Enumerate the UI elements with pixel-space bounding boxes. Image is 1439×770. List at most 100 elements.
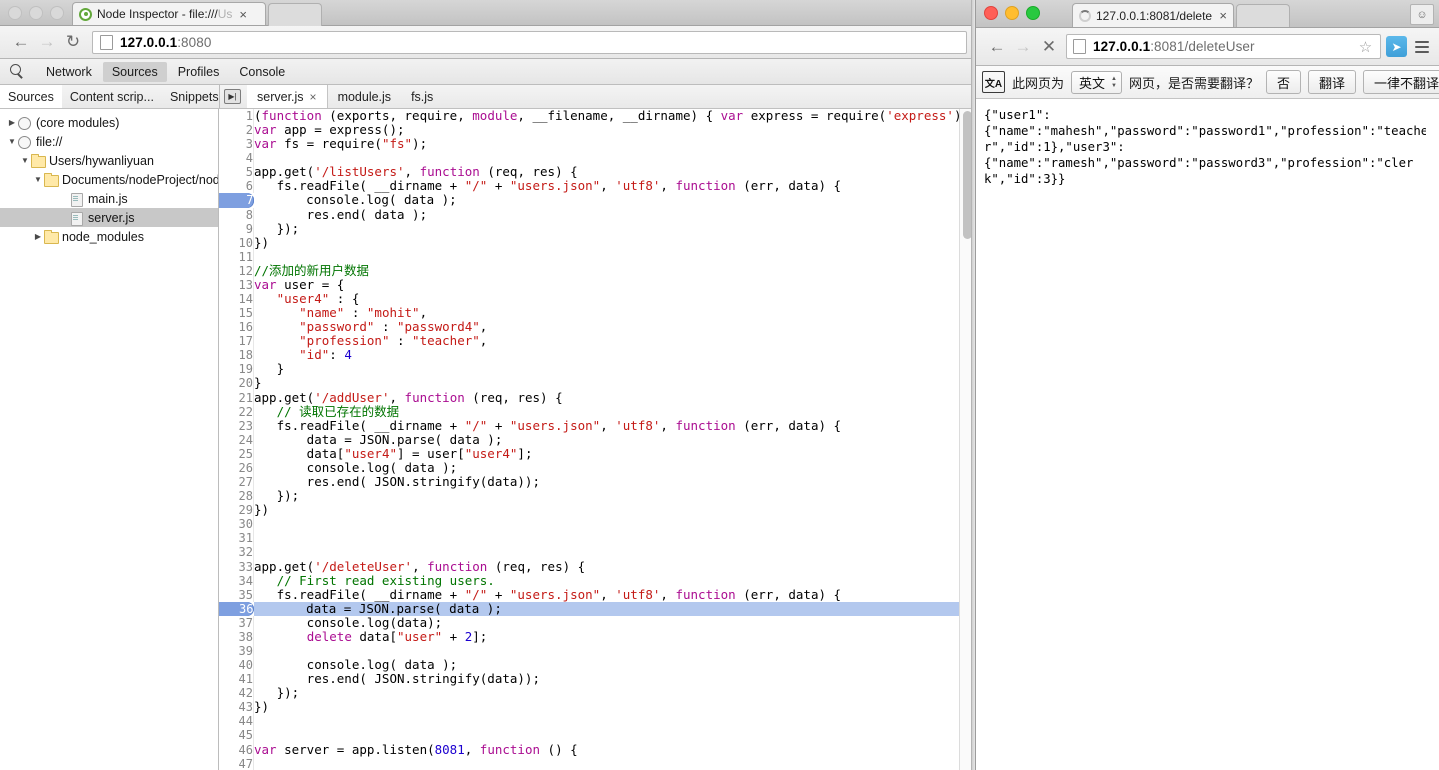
code-line[interactable]: 14 "user4" : {: [219, 291, 960, 307]
tab-profiles[interactable]: Profiles: [169, 62, 229, 82]
code-line[interactable]: 8 res.end( data );: [219, 207, 960, 222]
line-number[interactable]: 26: [219, 460, 254, 476]
tree-item-server-js[interactable]: server.js: [0, 208, 218, 227]
code-line[interactable]: 41 res.end( JSON.stringify(data));: [219, 672, 960, 687]
code-line[interactable]: 42 });: [219, 686, 960, 701]
code-line[interactable]: 31: [219, 531, 960, 546]
page-scrollbar[interactable]: [1426, 99, 1439, 770]
subtab-sources[interactable]: Sources: [0, 85, 62, 108]
line-number[interactable]: 41: [219, 672, 254, 687]
minimize-window-button[interactable]: [1005, 6, 1019, 20]
translate-language-select[interactable]: 英文 ▲ ▼: [1071, 70, 1122, 94]
code-line[interactable]: 28 });: [219, 489, 960, 504]
line-number[interactable]: 14: [219, 292, 254, 307]
line-number[interactable]: 11: [219, 249, 254, 264]
code-line[interactable]: 10}): [219, 235, 960, 250]
code-line[interactable]: 15 "name" : "mohit",: [219, 306, 960, 321]
line-number[interactable]: 43: [219, 700, 254, 715]
tree-item-node-modules[interactable]: ▶ node_modules: [0, 227, 218, 246]
line-number[interactable]: 15: [219, 306, 254, 321]
code-line[interactable]: 43}): [219, 700, 960, 715]
close-window-button[interactable]: [984, 6, 998, 20]
code-line[interactable]: 5 app.get('/listUsers', function (req, re…: [219, 165, 960, 180]
line-number[interactable]: 16: [219, 320, 254, 335]
code-line[interactable]: 25 data["user4"] = user["user4"];: [219, 446, 960, 461]
line-number[interactable]: 21: [219, 390, 254, 405]
browser-tab-delete-user[interactable]: 127.0.0.1:8081/deleteUs ×: [1072, 3, 1234, 27]
browser-menu-icon[interactable]: [1412, 36, 1432, 57]
code-line[interactable]: 30: [219, 517, 960, 532]
browser-tab-empty[interactable]: [1236, 4, 1290, 27]
stop-loading-icon[interactable]: ✕: [1036, 34, 1062, 60]
line-number[interactable]: 42: [219, 686, 254, 701]
code-line[interactable]: 38 delete data["user" + 2];: [219, 629, 960, 644]
address-bar[interactable]: 127.0.0.1:8080: [92, 30, 967, 54]
code-line[interactable]: 23 fs.readFile( __dirname + "/" + "users…: [219, 418, 960, 433]
code-line[interactable]: 33 app.get('/deleteUser', function (req, …: [219, 559, 960, 574]
file-tab-close-icon[interactable]: ×: [310, 90, 317, 104]
code-line[interactable]: 27 res.end( JSON.stringify(data));: [219, 474, 960, 490]
line-number[interactable]: 7: [219, 193, 254, 208]
line-number[interactable]: 28: [219, 489, 254, 504]
line-number[interactable]: 22: [219, 404, 254, 419]
code-line[interactable]: 13 var user = {: [219, 277, 960, 293]
line-number[interactable]: 47: [219, 756, 254, 770]
tree-item-file[interactable]: ▼ file://: [0, 132, 218, 151]
extension-icon[interactable]: ➤: [1386, 36, 1407, 57]
code-line[interactable]: 46 var server = app.listen(8081, function…: [219, 742, 960, 757]
file-tab-module-js[interactable]: module.js: [328, 85, 402, 108]
line-number[interactable]: 44: [219, 714, 254, 729]
minimize-window-button[interactable]: [29, 6, 43, 20]
chevron-right-icon[interactable]: ▶: [32, 232, 44, 241]
subtab-content-scripts[interactable]: Content scrip...: [62, 85, 162, 108]
line-number[interactable]: 36: [219, 601, 254, 616]
line-number[interactable]: 39: [219, 643, 254, 659]
line-number[interactable]: 33: [219, 559, 254, 574]
code-line[interactable]: 7 console.log( data );: [219, 193, 960, 208]
code-line[interactable]: 9 });: [219, 221, 960, 236]
forward-icon[interactable]: →: [1010, 34, 1036, 60]
tab-close-icon[interactable]: ×: [239, 8, 247, 21]
address-bar[interactable]: 127.0.0.1:8081/deleteUser ☆: [1066, 34, 1381, 59]
line-number[interactable]: 19: [219, 362, 254, 377]
close-window-button[interactable]: [8, 6, 22, 20]
subtab-snippets[interactable]: Snippets: [162, 85, 227, 108]
reload-icon[interactable]: ↻: [60, 29, 86, 55]
code-line[interactable]: 2 var app = express();: [219, 123, 960, 138]
line-number[interactable]: 37: [219, 615, 254, 630]
code-line[interactable]: 12//添加的新用户数据: [219, 263, 960, 278]
tree-item-main-js[interactable]: main.js: [0, 189, 218, 208]
file-tab-server-js[interactable]: server.js ×: [247, 85, 328, 108]
code-line[interactable]: 16 "password" : "password4",: [219, 320, 960, 335]
code-line[interactable]: 26 console.log( data );: [219, 460, 960, 476]
maximize-window-button[interactable]: [50, 6, 64, 20]
line-number[interactable]: 1: [219, 109, 254, 124]
line-number[interactable]: 35: [219, 587, 254, 602]
forward-icon[interactable]: →: [34, 29, 60, 55]
code-editor[interactable]: 1 (function (exports, require, module, __…: [219, 109, 975, 770]
code-line[interactable]: 34 // First read existing users.: [219, 573, 960, 588]
code-line[interactable]: 4: [219, 151, 960, 166]
line-number[interactable]: 9: [219, 221, 254, 236]
line-number[interactable]: 46: [219, 742, 254, 757]
code-line[interactable]: 40 console.log( data );: [219, 658, 960, 673]
code-line[interactable]: 1 (function (exports, require, module, __…: [219, 109, 960, 124]
line-number[interactable]: 17: [219, 334, 254, 349]
tab-close-icon[interactable]: ×: [1219, 9, 1227, 22]
tab-sources[interactable]: Sources: [102, 61, 167, 82]
line-number[interactable]: 18: [219, 348, 254, 363]
search-icon[interactable]: [6, 61, 28, 83]
tab-console[interactable]: Console: [230, 62, 294, 82]
line-number[interactable]: 40: [219, 658, 254, 673]
code-line[interactable]: 32: [219, 545, 960, 560]
line-number[interactable]: 8: [219, 207, 254, 222]
line-number[interactable]: 2: [219, 123, 254, 138]
file-tab-fs-js[interactable]: fs.js: [401, 85, 443, 108]
code-line[interactable]: 20}: [219, 376, 960, 391]
code-line[interactable]: 29}): [219, 503, 960, 518]
browser-tab-node-inspector[interactable]: Node Inspector - file:///Us ×: [72, 2, 266, 25]
line-number[interactable]: 6: [219, 179, 254, 194]
code-line[interactable]: 19 }: [219, 362, 960, 377]
code-line[interactable]: 17 "profession" : "teacher",: [219, 334, 960, 349]
code-line[interactable]: 21 app.get('/addUser', function (req, res…: [219, 390, 960, 405]
